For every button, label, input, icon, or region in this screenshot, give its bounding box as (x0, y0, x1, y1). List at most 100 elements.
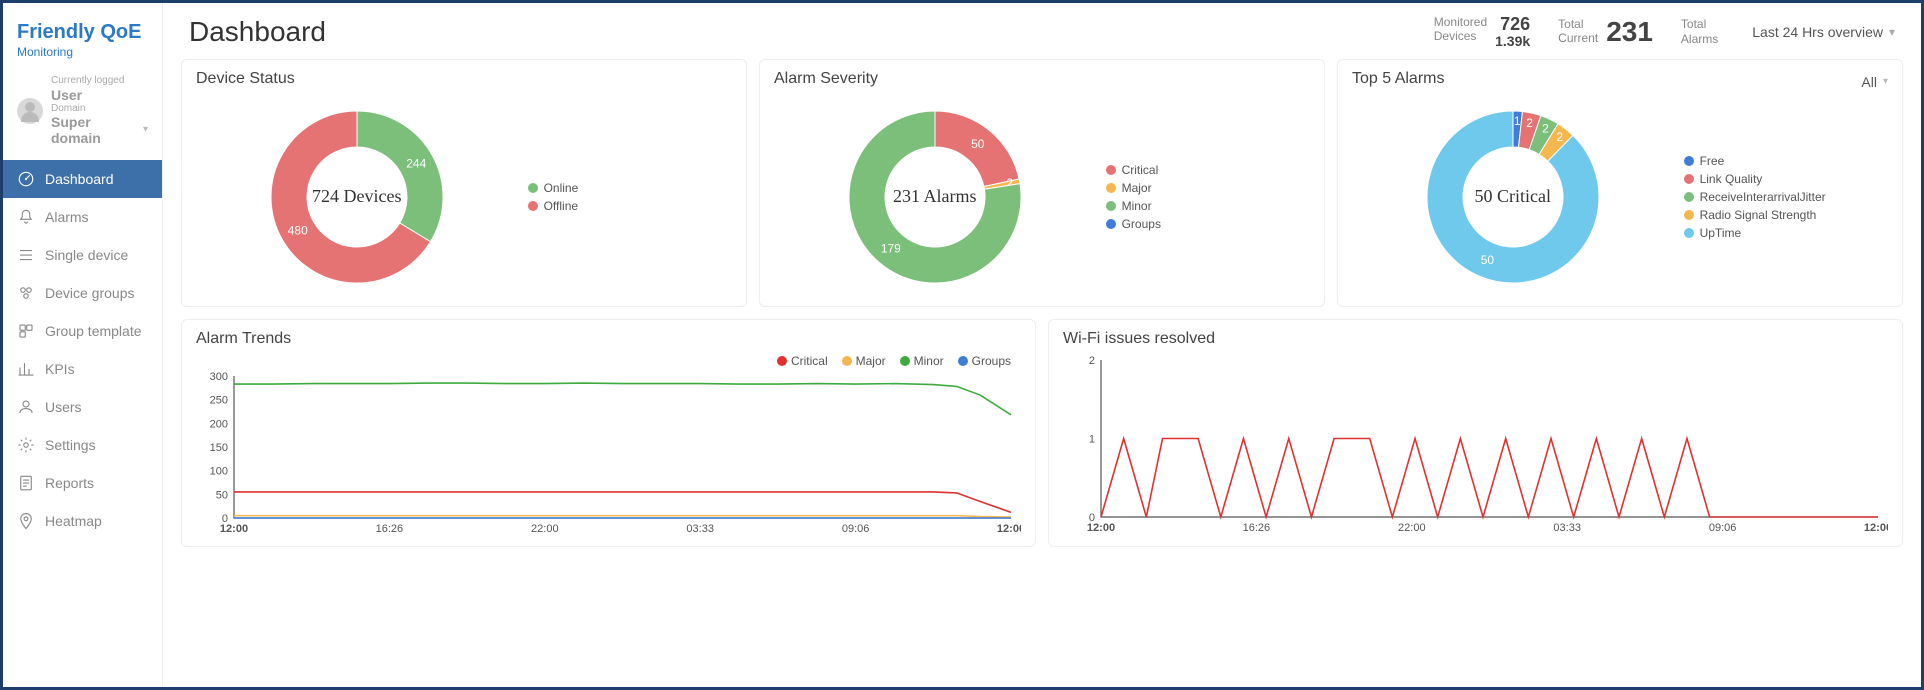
nav-device-groups[interactable]: Device groups (3, 274, 162, 312)
bell-icon (17, 208, 35, 226)
panel-wifi-resolved: Wi-Fi issues resolved 01212:0016:2622:00… (1048, 319, 1903, 547)
user-block[interactable]: Currently logged User Domain Super domai… (3, 65, 162, 160)
svg-text:50: 50 (216, 489, 228, 501)
svg-text:250: 250 (210, 394, 228, 406)
svg-text:12:00: 12:00 (1864, 522, 1888, 534)
kpi-label: Total Current (1558, 17, 1598, 46)
timerange-dropdown[interactable]: Last 24 Hrs overview ▾ (1732, 24, 1895, 40)
svg-text:12:00: 12:00 (220, 523, 248, 535)
legend-major: Major (1106, 181, 1310, 195)
top-alarms-filter[interactable]: All ▾ (1861, 74, 1888, 90)
legend: Critical Major Minor Groups (196, 354, 1021, 368)
brand: Friendly QoE Monitoring (3, 3, 162, 65)
currently-logged-value: User (51, 87, 148, 103)
legend-offline: Offline (528, 199, 732, 213)
domain-value: Super domain (51, 114, 139, 146)
legend-free: Free (1684, 154, 1888, 168)
content: Device Status 244 480 724 Devices Online … (163, 55, 1921, 687)
donut-center: 724 Devices (312, 186, 401, 206)
template-icon (17, 322, 35, 340)
domain-label: Domain (51, 103, 148, 115)
svg-text:12:00: 12:00 (1087, 522, 1115, 534)
legend-groups: Groups (1106, 217, 1310, 231)
groups-icon (17, 284, 35, 302)
kpi-monitored-devices: Monitored Devices 726 1.39k (1420, 15, 1544, 49)
nav-label: Reports (45, 475, 94, 491)
nav-label: KPIs (45, 361, 75, 377)
list-icon (17, 246, 35, 264)
panel-title: Alarm Trends (196, 330, 1021, 348)
chevron-down-icon: ▾ (143, 124, 148, 136)
chart-icon (17, 360, 35, 378)
svg-text:03:33: 03:33 (1553, 522, 1581, 534)
nav-label: Group template (45, 323, 142, 339)
legend-radio-signal: Radio Signal Strength (1684, 208, 1888, 222)
kpi-label: Monitored Devices (1434, 15, 1487, 44)
chevron-down-icon: ▾ (1889, 25, 1895, 39)
kpi-total-alarms: Total Alarms (1667, 17, 1732, 46)
location-icon (17, 512, 35, 530)
nav-reports[interactable]: Reports (3, 464, 162, 502)
panel-title: Device Status (196, 70, 732, 88)
svg-text:1: 1 (1514, 114, 1521, 128)
kpi-total-current: Total Current 231 (1544, 17, 1667, 46)
svg-text:100: 100 (210, 465, 228, 477)
legend-major: Major (842, 354, 886, 368)
legend-groups: Groups (958, 354, 1011, 368)
svg-text:2: 2 (1542, 121, 1549, 135)
avatar-icon (17, 98, 43, 124)
gear-icon (17, 436, 35, 454)
panel-title: Alarm Severity (774, 70, 1310, 88)
panel-top-alarms: Top 5 Alarms All ▾ 122250 50 Critical Fr… (1337, 59, 1903, 307)
kpi-sub-value: 1.39k (1495, 34, 1530, 49)
svg-text:22:00: 22:00 (531, 523, 559, 535)
panel-alarm-severity: Alarm Severity 502179 231 Alarms Critica… (759, 59, 1325, 307)
user-icon (17, 398, 35, 416)
donut-center: 231 Alarms (893, 186, 977, 206)
sidebar: Friendly QoE Monitoring Currently logged… (3, 3, 163, 687)
legend-recv-jitter: ReceiveInterarrivalJitter (1684, 190, 1888, 204)
page-header: Dashboard Monitored Devices 726 1.39k To… (163, 3, 1921, 55)
kpi-value: 726 (1500, 14, 1530, 34)
legend: Online Offline (518, 177, 732, 217)
panel-row-bottom: Alarm Trends Critical Major Minor Groups… (181, 319, 1903, 547)
svg-text:2: 2 (1526, 115, 1533, 129)
nav-single-device[interactable]: Single device (3, 236, 162, 274)
nav-label: Heatmap (45, 513, 102, 529)
svg-text:244: 244 (406, 156, 426, 170)
svg-text:09:06: 09:06 (1709, 522, 1737, 534)
panel-title: Top 5 Alarms (1352, 70, 1444, 88)
svg-text:12:00: 12:00 (997, 523, 1021, 535)
chevron-down-icon: ▾ (1883, 76, 1888, 87)
svg-text:50: 50 (1481, 253, 1495, 267)
svg-text:03:33: 03:33 (686, 523, 714, 535)
nav-alarms[interactable]: Alarms (3, 198, 162, 236)
currently-logged-label: Currently logged (51, 75, 148, 87)
report-icon (17, 474, 35, 492)
svg-text:480: 480 (288, 223, 308, 237)
legend-uptime: UpTime (1684, 226, 1888, 240)
legend-minor: Minor (1106, 199, 1310, 213)
svg-text:300: 300 (210, 371, 228, 383)
svg-text:2: 2 (1089, 355, 1095, 367)
legend: Free Link Quality ReceiveInterarrivalJit… (1674, 150, 1888, 244)
nav-group-template[interactable]: Group template (3, 312, 162, 350)
alarm-trends-chart: 05010015020025030012:0016:2622:0003:3309… (196, 370, 1021, 540)
nav-kpis[interactable]: KPIs (3, 350, 162, 388)
donut-center: 50 Critical (1475, 186, 1551, 206)
nav-users[interactable]: Users (3, 388, 162, 426)
brand-title: Friendly QoE (17, 21, 148, 43)
nav-label: Single device (45, 247, 128, 263)
nav-dashboard[interactable]: Dashboard (3, 160, 162, 198)
legend: Critical Major Minor Groups (1096, 159, 1310, 235)
panel-title: Wi-Fi issues resolved (1063, 330, 1888, 348)
nav-label: Settings (45, 437, 96, 453)
legend-online: Online (528, 181, 732, 195)
nav-heatmap[interactable]: Heatmap (3, 502, 162, 540)
svg-text:2: 2 (1556, 130, 1563, 144)
nav-settings[interactable]: Settings (3, 426, 162, 464)
panel-device-status: Device Status 244 480 724 Devices Online … (181, 59, 747, 307)
legend-critical: Critical (777, 354, 828, 368)
svg-text:16:26: 16:26 (376, 523, 404, 535)
svg-text:200: 200 (210, 418, 228, 430)
